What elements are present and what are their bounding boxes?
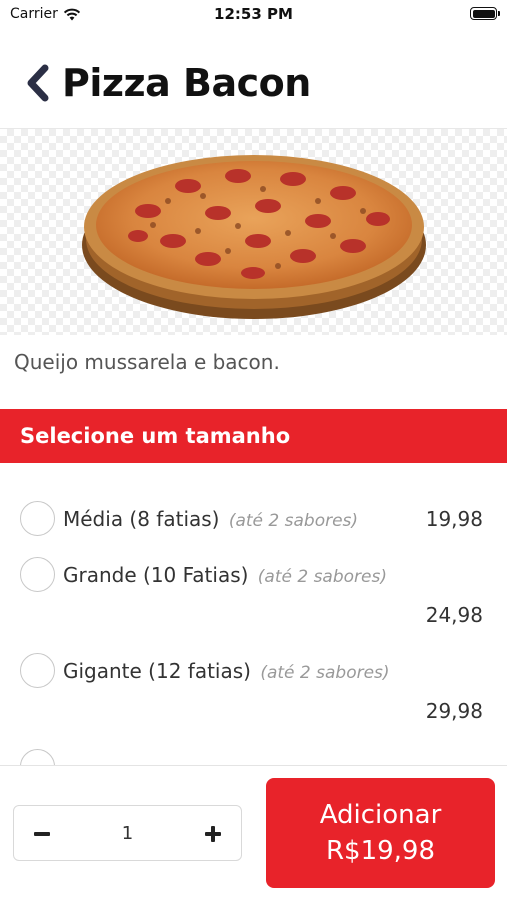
bottom-divider xyxy=(0,765,507,766)
back-button[interactable] xyxy=(12,53,62,113)
size-label: Média (8 fatias) xyxy=(63,507,220,531)
add-button-price: R$19,98 xyxy=(325,836,436,866)
size-section-header: Selecione um tamanho xyxy=(0,409,507,463)
pizza-image xyxy=(82,155,426,319)
size-price: 29,98 xyxy=(425,699,483,723)
plus-icon xyxy=(205,826,221,842)
size-option-grande[interactable]: Grande (10 Fatias) (até 2 sabores) 24,98 xyxy=(0,557,507,653)
page-title: Pizza Bacon xyxy=(62,60,311,105)
size-label: Gigante (12 fatias) xyxy=(63,659,251,683)
radio-button[interactable] xyxy=(20,557,55,592)
radio-button[interactable] xyxy=(20,749,55,765)
radio-button[interactable] xyxy=(20,501,55,536)
size-section-title: Selecione um tamanho xyxy=(20,424,291,448)
size-option-partial[interactable] xyxy=(0,749,507,765)
nav-header: Pizza Bacon xyxy=(0,40,507,125)
status-time: 12:53 PM xyxy=(214,5,293,23)
size-note: (até 2 sabores) xyxy=(228,511,359,531)
size-options-list: Média (8 fatias) (até 2 sabores) 19,98 G… xyxy=(0,463,507,765)
minus-icon xyxy=(34,832,50,836)
increment-button[interactable] xyxy=(185,806,241,862)
size-note: (até 2 sabores) xyxy=(260,663,390,683)
add-button-label: Adicionar xyxy=(319,800,442,830)
size-price: 19,98 xyxy=(425,507,483,531)
add-to-cart-button[interactable]: Adicionar R$19,98 xyxy=(266,778,495,888)
product-description: Queijo mussarela e bacon. xyxy=(14,350,280,374)
radio-button[interactable] xyxy=(20,653,55,688)
size-price: 24,98 xyxy=(425,603,483,627)
quantity-stepper: 1 xyxy=(13,805,242,861)
chevron-left-icon xyxy=(27,64,49,101)
battery-icon xyxy=(470,7,500,20)
size-option-gigante[interactable]: Gigante (12 fatias) (até 2 sabores) 29,9… xyxy=(0,653,507,749)
product-image-area xyxy=(0,128,507,335)
size-note: (até 2 sabores) xyxy=(257,567,387,587)
decrement-button[interactable] xyxy=(14,806,70,862)
status-bar: Carrier 12:53 PM xyxy=(0,0,507,30)
size-label: Grande (10 Fatias) xyxy=(63,563,249,587)
quantity-value[interactable]: 1 xyxy=(70,806,185,862)
size-option-media[interactable]: Média (8 fatias) (até 2 sabores) 19,98 xyxy=(0,499,507,559)
